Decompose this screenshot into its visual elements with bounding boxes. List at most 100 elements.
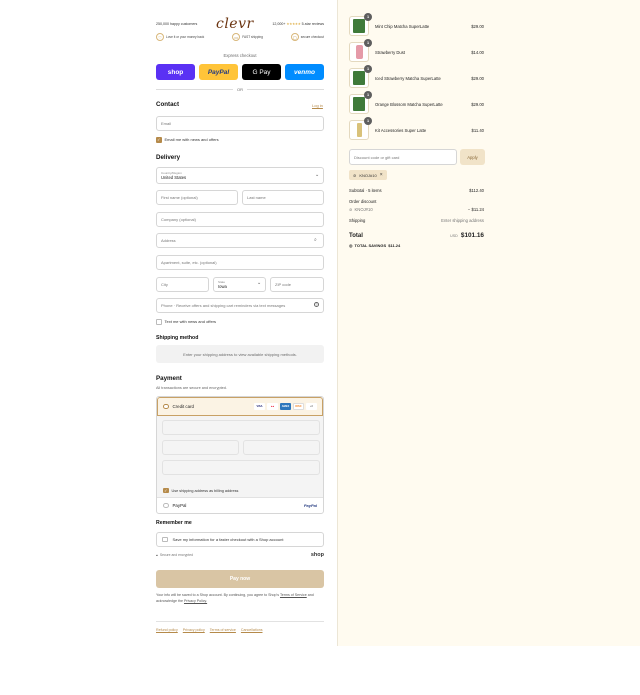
secure-row: 🔒︎ Secure and encrypted shop	[156, 552, 324, 558]
phone-field[interactable]: Phone · Receive offers and shipping cart…	[156, 298, 324, 313]
payment-subtitle: All transactions are secure and encrypte…	[156, 386, 227, 390]
order-discount-row: Order discount	[349, 199, 377, 204]
visa-icon: VISA	[254, 403, 265, 410]
radio-icon[interactable]	[163, 502, 169, 509]
mastercard-icon: ●●	[267, 403, 278, 410]
express-checkout-label: Express checkout	[223, 53, 257, 58]
help-icon[interactable]: ?	[314, 302, 319, 307]
city-field[interactable]: City	[156, 277, 209, 292]
discount-code-input[interactable]: Discount code or gift card	[349, 149, 457, 165]
text-me-option[interactable]: Text me with news and offers	[156, 319, 216, 325]
product-thumbnail: 1	[349, 39, 372, 62]
venmo-button[interactable]: venmo	[285, 64, 324, 80]
apply-discount-button[interactable]: Apply	[460, 149, 485, 165]
chevron-down-icon: ⌄	[257, 280, 262, 286]
divider-line	[156, 88, 233, 90]
brand-header: 250,000 happy customers clevr 12,000+ ★★…	[156, 16, 324, 32]
divider-line	[247, 88, 324, 90]
happy-customers: 250,000 happy customers	[156, 22, 198, 26]
item-price: $29.00	[471, 75, 484, 81]
subtotal-row: Subtotal · 5 items $112.40	[349, 188, 484, 193]
total-savings-row: ◎ TOTAL SAVINGS $11.24	[349, 243, 401, 248]
item-name: Strawberry Dust	[375, 49, 406, 55]
checkbox-icon[interactable]	[162, 536, 168, 543]
discover-icon: DISC	[293, 403, 304, 410]
policy-footer: Refund policy Privacy policy Terms of se…	[156, 621, 324, 632]
pay-now-button[interactable]: Pay now	[156, 570, 324, 588]
card-brands: VISA ●● AMEX DISC +6	[254, 403, 317, 410]
product-image	[356, 123, 362, 137]
security-code-field[interactable]	[243, 440, 320, 455]
lock-icon: 🔒︎	[156, 553, 158, 557]
product-image	[353, 71, 365, 85]
google-pay-button[interactable]: G Pay	[242, 64, 281, 80]
last-name-field[interactable]: Last name	[242, 190, 324, 205]
name-on-card-field[interactable]	[162, 460, 320, 475]
tag-icon: ⊘	[353, 172, 357, 178]
total-row: Total USD $101.16	[349, 232, 484, 239]
product-thumbnail: 1	[349, 117, 372, 140]
email-field[interactable]: Email	[156, 116, 324, 131]
product-image	[353, 97, 365, 111]
chevron-down-icon: ⌄	[315, 172, 320, 178]
check-icon[interactable]: ✓	[163, 487, 169, 494]
item-name: Iced Strawberry Matcha SuperLatte	[375, 75, 441, 81]
terms-of-service-link[interactable]: Terms of service	[210, 628, 236, 632]
product-thumbnail: 1	[349, 91, 372, 114]
paypal-logo: PayPal	[303, 503, 317, 508]
cart-item: 1 Orange Blossom Matcha SuperLatte $29.0…	[349, 91, 484, 115]
zip-field[interactable]: ZIP code	[270, 277, 324, 292]
amex-icon: AMEX	[280, 403, 291, 410]
first-name-field[interactable]: First name (optional)	[156, 190, 238, 205]
shipping-method-heading: Shipping method	[156, 335, 199, 341]
remove-tag-icon[interactable]: ×	[380, 172, 383, 178]
credit-card-option[interactable]: Credit card VISA ●● AMEX DISC +6	[157, 397, 323, 416]
save-info-option[interactable]: Save my information for a faster checkou…	[156, 532, 324, 547]
paypal-button[interactable]: PayPal	[199, 64, 238, 80]
login-link[interactable]: Log in	[312, 103, 323, 108]
stars-icon: ★★★★★	[286, 22, 301, 26]
apartment-field[interactable]: Apartment, suite, etc. (optional)	[156, 255, 324, 270]
tag-icon: ⊘	[349, 207, 353, 212]
payment-methods: Credit card VISA ●● AMEX DISC +6 ✓ Use s…	[156, 396, 324, 514]
item-name: Mint Chip Matcha SuperLatte	[375, 23, 430, 29]
paypal-option[interactable]: PayPal PayPal	[157, 497, 323, 513]
card-number-field[interactable]	[162, 420, 320, 435]
newsletter-option[interactable]: ✓ Email me with news and offers	[156, 137, 219, 143]
contact-heading: Contact	[156, 101, 180, 108]
quantity-badge: 1	[364, 91, 372, 99]
product-image	[353, 19, 365, 33]
more-cards-badge: +6	[306, 403, 317, 410]
quantity-badge: 1	[364, 39, 372, 47]
cart-item: 1 Mint Chip Matcha SuperLatte $29.00	[349, 13, 484, 37]
card-fields	[157, 416, 323, 484]
shop-logo: shop	[310, 552, 324, 558]
company-field[interactable]: Company (optional)	[156, 212, 324, 227]
address-field[interactable]: Address	[156, 233, 324, 248]
checkbox-icon[interactable]	[156, 319, 162, 325]
quantity-badge: 1	[364, 13, 372, 21]
refund-policy-link[interactable]: Refund policy	[156, 628, 178, 632]
payment-heading: Payment	[156, 375, 182, 382]
expiration-field[interactable]	[162, 440, 239, 455]
quantity-badge: 1	[364, 117, 372, 125]
savings-icon: ◎	[349, 243, 353, 248]
terms-link[interactable]: Terms of Service	[280, 593, 307, 597]
heart-icon: ♡	[156, 33, 164, 41]
privacy-policy-link[interactable]: Privacy policy	[183, 628, 205, 632]
radio-selected-icon[interactable]	[163, 403, 169, 410]
check-icon[interactable]: ✓	[156, 137, 162, 143]
billing-same-option[interactable]: ✓ Use shipping address as billing addres…	[157, 484, 323, 497]
product-thumbnail: 1	[349, 65, 372, 88]
legal-text: Your info will be saved to a Shop accoun…	[156, 593, 314, 603]
product-image	[355, 45, 363, 59]
shop-pay-button[interactable]: shop	[156, 64, 195, 80]
store-logo[interactable]: clevr	[216, 16, 254, 32]
country-select[interactable]: Country/Region United States	[156, 167, 324, 184]
truck-icon: ▭	[232, 33, 241, 41]
discount-code-row: ⊘ KNOJ#10 − $11.24	[349, 207, 484, 212]
remember-me-heading: Remember me	[156, 520, 192, 526]
cancellations-link[interactable]: Cancellations	[241, 628, 263, 632]
item-price: $29.00	[471, 101, 484, 107]
privacy-link[interactable]: Privacy Policy.	[184, 599, 207, 603]
